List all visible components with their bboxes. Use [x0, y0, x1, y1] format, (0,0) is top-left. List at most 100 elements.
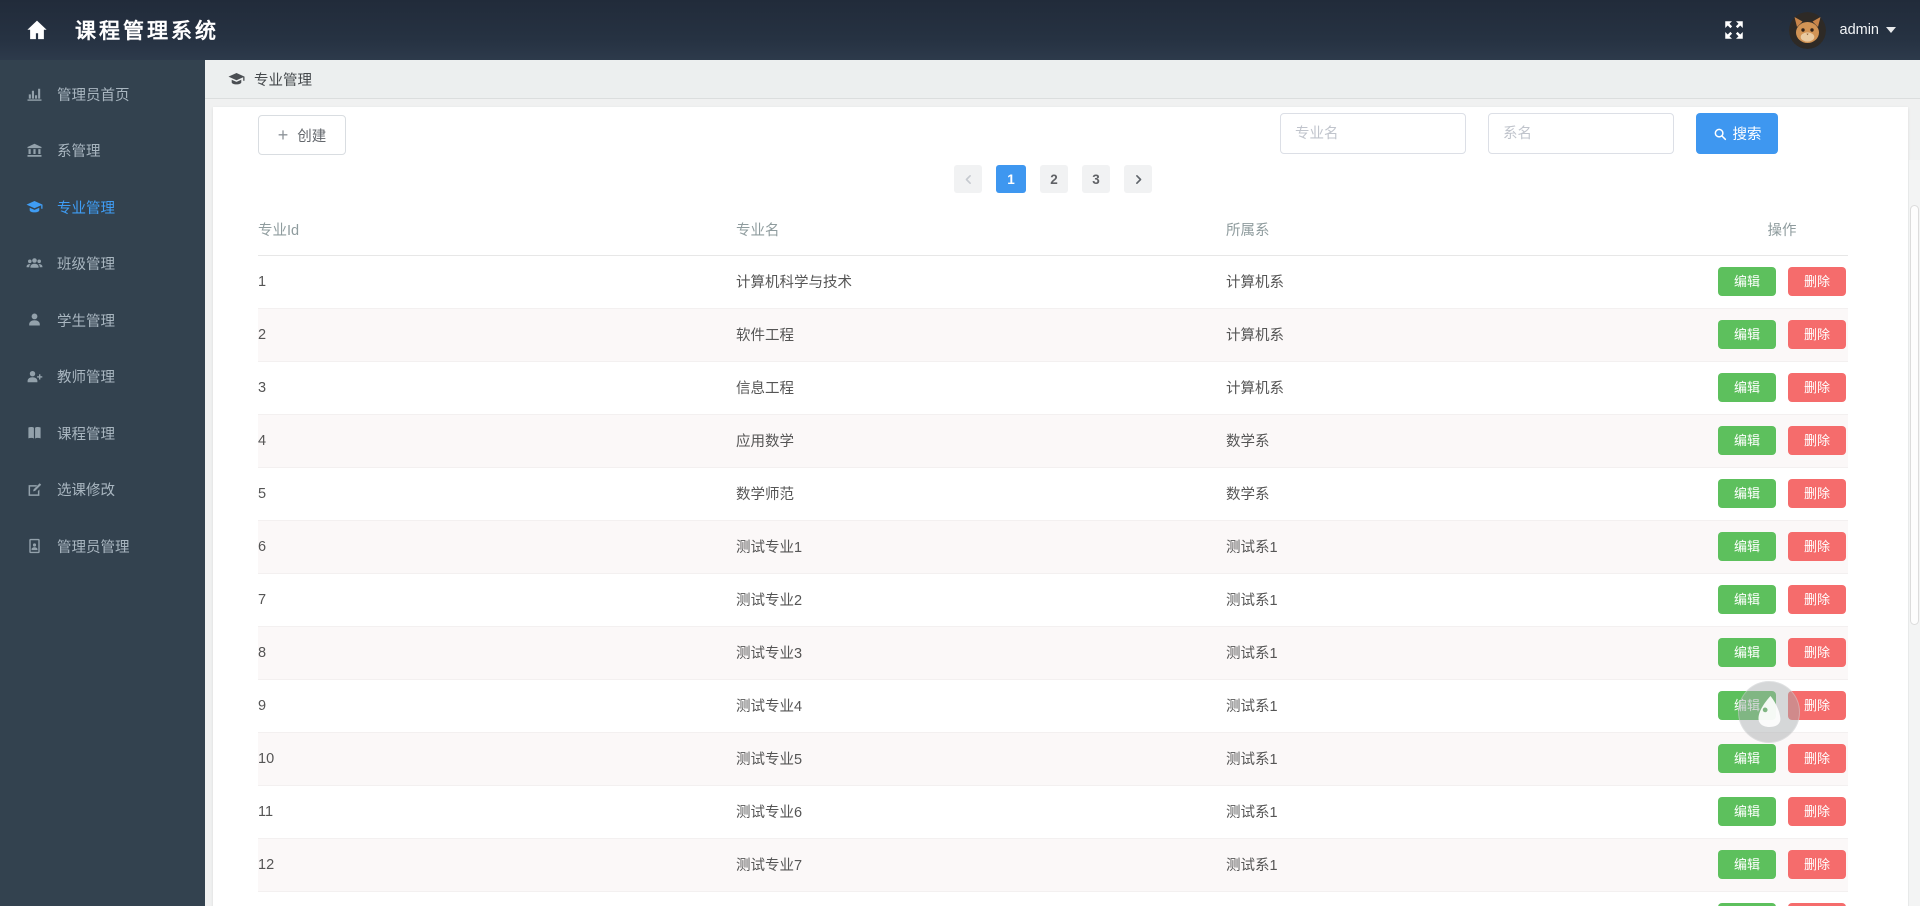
table-column-header: 专业名: [736, 205, 1226, 256]
department-cell: 测试系1: [1226, 678, 1716, 732]
search-button[interactable]: 搜索: [1696, 113, 1778, 154]
filter-input[interactable]: [1280, 113, 1466, 154]
major-id-cell: 1: [258, 273, 267, 290]
major-id-cell: 9: [258, 678, 736, 732]
actions-cell: 编辑 删除: [1716, 625, 1848, 679]
major-id-cell: 7: [258, 572, 736, 626]
delete-button[interactable]: 删除: [1788, 532, 1847, 561]
graduation-cap-icon: [25, 199, 43, 216]
filter-input[interactable]: [1488, 113, 1674, 154]
edit-button[interactable]: 编辑: [1717, 479, 1776, 508]
graduation-cap-icon: [228, 71, 245, 87]
home-icon[interactable]: [26, 19, 48, 41]
sidebar-item[interactable]: 教师管理: [0, 349, 205, 406]
main-area: 专业管理 + 创建 专业名 系名 搜索 1 2 3 专业Id 专业名 所属系 操…: [205, 60, 1920, 906]
search-icon: [1713, 127, 1727, 141]
table-row: 13 测试专业8 测试系1 编辑 删除: [258, 890, 1848, 906]
department-cell: 数学系: [1226, 413, 1716, 467]
table-row: 1 计算机科学与技术 计算机系 编辑 删除: [258, 255, 1848, 308]
sidebar-item[interactable]: 班级管理: [0, 236, 205, 293]
id-badge-icon: [25, 538, 43, 555]
content: + 创建 搜索: [205, 100, 1920, 906]
sidebar-item-label: 系管理: [57, 144, 101, 161]
department-cell: 计算机系: [1226, 307, 1716, 361]
sidebar-item-label: 课程管理: [57, 426, 115, 443]
bar-chart-icon: [25, 86, 43, 103]
pagination-page-button[interactable]: 2: [1040, 165, 1068, 193]
major-id-cell: 13: [258, 890, 736, 906]
top-header: 课程管理系统 admin: [0, 0, 1920, 60]
sidebar-item[interactable]: 管理员首页: [0, 66, 205, 123]
plus-icon: +: [277, 125, 289, 145]
edit-button[interactable]: 编辑: [1717, 744, 1776, 773]
major-name-cell: 计算机科学与技术: [736, 275, 852, 291]
table-row: 10 测试专业5 测试系1 编辑 删除: [258, 731, 1848, 785]
department-cell: 测试系1: [1226, 519, 1716, 573]
app-title: 课程管理系统: [75, 20, 219, 43]
brand: 课程管理系统: [0, 15, 219, 45]
delete-button[interactable]: 删除: [1788, 479, 1847, 508]
edit-button[interactable]: 编辑: [1717, 426, 1776, 455]
pagination-page-button[interactable]: 3: [1082, 165, 1110, 193]
actions-cell: 编辑 删除: [1716, 572, 1848, 626]
actions-cell: 编辑 删除: [1716, 837, 1848, 891]
actions-cell: 编辑 删除: [1716, 519, 1848, 573]
major-name-cell: 测试专业3: [736, 625, 1226, 679]
edit-button[interactable]: 编辑: [1717, 638, 1776, 667]
sidebar: 管理员首页 系管理 专业管理 班级管理 学生管理 教师管理 课程管理 选课修改 …: [0, 60, 205, 906]
delete-button[interactable]: 删除: [1788, 638, 1847, 667]
delete-button[interactable]: 删除: [1788, 797, 1847, 826]
sidebar-item[interactable]: 课程管理: [0, 405, 205, 462]
sidebar-item[interactable]: 学生管理: [0, 292, 205, 349]
sidebar-item[interactable]: 专业管理: [0, 179, 205, 236]
table-row: 12 测试专业7 测试系1 编辑 删除: [258, 837, 1848, 891]
expand-icon[interactable]: [1724, 20, 1744, 40]
edit-button[interactable]: 编辑: [1717, 320, 1776, 349]
delete-button[interactable]: 删除: [1788, 426, 1847, 455]
delete-button[interactable]: 删除: [1788, 267, 1847, 296]
sidebar-item[interactable]: 选课修改: [0, 462, 205, 519]
major-name-cell: 测试专业2: [736, 572, 1226, 626]
major-id-cell: 6: [258, 519, 736, 573]
delete-button[interactable]: 删除: [1788, 320, 1847, 349]
major-name-cell: 测试专业7: [736, 837, 1226, 891]
table-row: 11 测试专业6 测试系1 编辑 删除: [258, 784, 1848, 838]
caret-down-icon[interactable]: [1886, 27, 1896, 33]
major-id-cell: 5: [258, 466, 736, 520]
major-id-cell: 4: [258, 413, 736, 467]
scrollbar-thumb[interactable]: [1910, 205, 1919, 625]
edit-button[interactable]: 编辑: [1717, 850, 1776, 879]
actions-cell: 编辑 删除: [1716, 307, 1848, 361]
breadcrumb: 专业管理: [205, 60, 1920, 99]
edit-button[interactable]: 编辑: [1717, 532, 1776, 561]
pagination-next-button chevron-right-icon[interactable]: [1124, 165, 1152, 193]
delete-button[interactable]: 删除: [1788, 585, 1847, 614]
search-button-label: 搜索: [1732, 127, 1762, 143]
edit-button[interactable]: 编辑: [1717, 585, 1776, 614]
actions-cell: 编辑 删除: [1716, 784, 1848, 838]
pagination-prev-button chevron-left-icon[interactable]: [954, 165, 982, 193]
edit-button[interactable]: 编辑: [1717, 797, 1776, 826]
actions-cell: 编辑 删除: [1716, 255, 1848, 308]
create-button[interactable]: + 创建: [258, 115, 346, 155]
edit-button[interactable]: 编辑: [1717, 267, 1776, 296]
edit-button[interactable]: 编辑: [1717, 373, 1776, 402]
table-row: 6 测试专业1 测试系1 编辑 删除: [258, 519, 1848, 573]
user-name[interactable]: admin: [1840, 22, 1880, 38]
delete-button[interactable]: 删除: [1788, 744, 1847, 773]
major-id-cell: 12: [258, 837, 736, 891]
department-cell: 测试系1: [1226, 731, 1716, 785]
sidebar-item[interactable]: 系管理: [0, 123, 205, 180]
sidebar-item[interactable]: 管理员管理: [0, 518, 205, 575]
table-row: 8 测试专业3 测试系1 编辑 删除: [258, 625, 1848, 679]
delete-button[interactable]: 删除: [1788, 373, 1847, 402]
user-avatar[interactable]: [1788, 11, 1826, 49]
major-name-cell: 测试专业8: [736, 890, 1226, 906]
major-id-cell: 11: [258, 784, 736, 838]
floating-helper-button[interactable]: [1738, 681, 1800, 743]
delete-button[interactable]: 删除: [1788, 850, 1847, 879]
sidebar-item-label: 管理员管理: [57, 539, 130, 556]
pagination-page-button[interactable]: 1: [996, 165, 1026, 193]
table-row: 9 测试专业4 测试系1 编辑 删除: [258, 678, 1848, 732]
page-title: 专业管理: [254, 72, 312, 89]
